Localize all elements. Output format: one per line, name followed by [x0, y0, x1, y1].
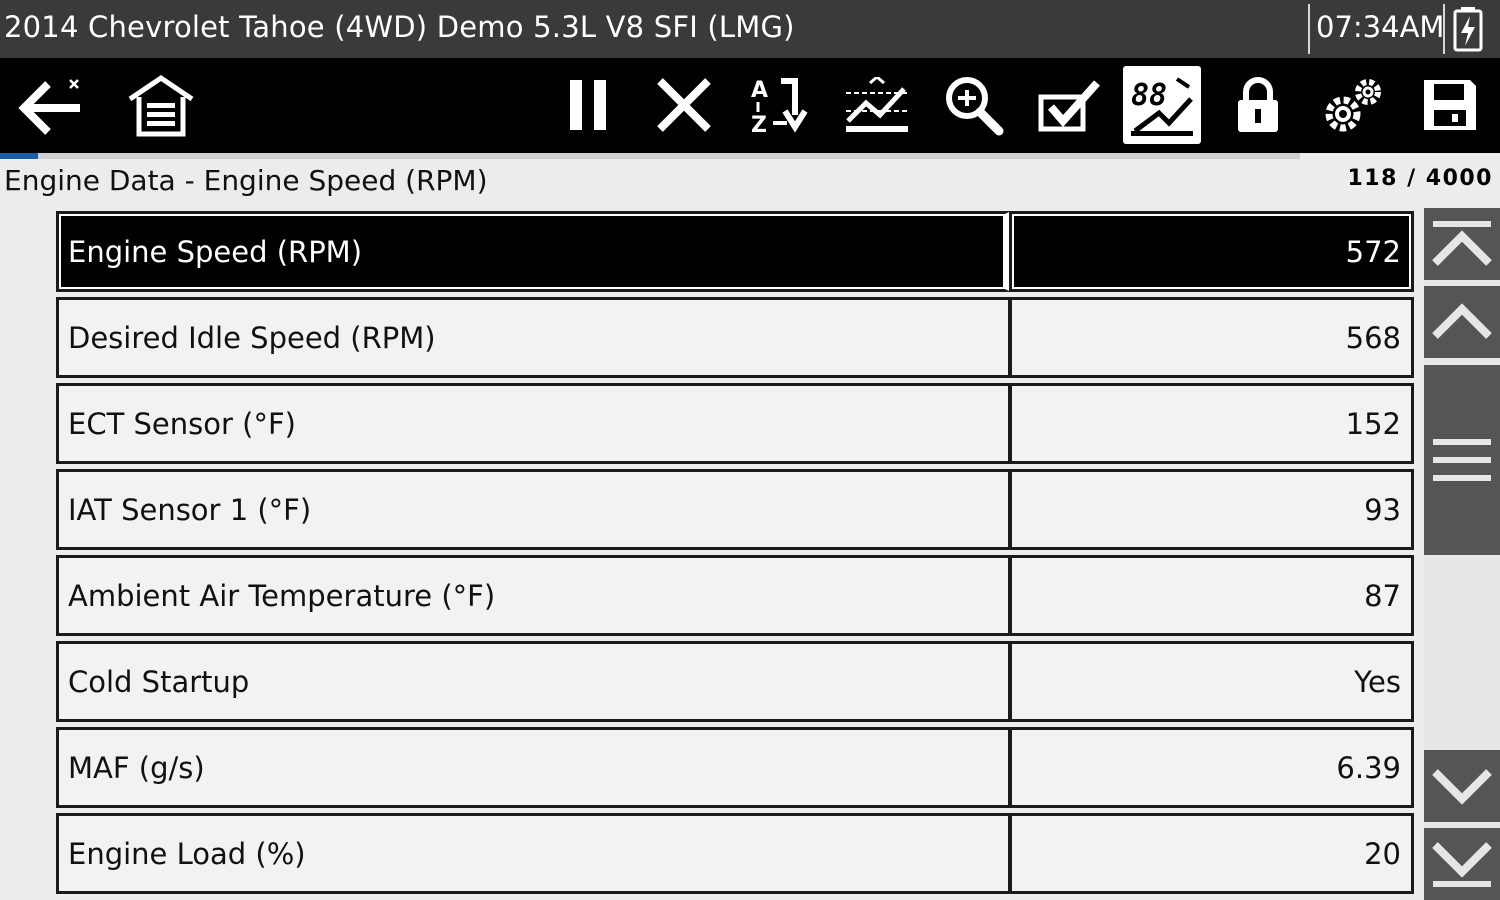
pid-value: Yes [1009, 641, 1414, 722]
table-row[interactable]: Cold Startup Yes [56, 641, 1414, 722]
pid-value: 568 [1009, 297, 1414, 378]
table-row[interactable]: MAF (g/s) 6.39 [56, 727, 1414, 808]
gears-icon [1325, 79, 1381, 132]
battery-charging-icon [1453, 7, 1483, 52]
save-icon [1424, 80, 1476, 130]
vehicle-title: 2014 Chevrolet Tahoe (4WD) Demo 5.3L V8 … [4, 10, 795, 44]
checkmark-icon [1038, 80, 1100, 132]
scroll-top-icon [1432, 221, 1492, 266]
settings-button[interactable] [1315, 66, 1393, 144]
scroll-thumb[interactable] [1424, 365, 1500, 555]
table-row[interactable]: ECT Sensor (°F) 152 [56, 383, 1414, 464]
pid-name: Engine Load (%) [56, 813, 1011, 894]
table-row[interactable]: IAT Sensor 1 (°F) 93 [56, 469, 1414, 550]
lock-icon [1238, 77, 1278, 132]
table-row[interactable]: Engine Load (%) 20 [56, 813, 1414, 894]
select-button[interactable] [1030, 66, 1108, 144]
title-bar: 2014 Chevrolet Tahoe (4WD) Demo 5.3L V8 … [0, 0, 1500, 58]
pause-icon [570, 80, 606, 130]
scroll-up-button[interactable] [1424, 286, 1500, 358]
frame-counter: 118 / 4000 [1347, 166, 1493, 191]
pid-value: 20 [1009, 813, 1414, 894]
pid-name: Cold Startup [56, 641, 1011, 722]
toolbar: A Z 88 [0, 58, 1500, 153]
pid-name: IAT Sensor 1 (°F) [56, 469, 1011, 550]
svg-text:A: A [751, 78, 768, 103]
scroll-up-icon [1432, 303, 1492, 339]
clock: 07:34AM [1316, 10, 1445, 44]
home-button[interactable] [122, 66, 200, 144]
scroll-thumb-grip-icon [1433, 439, 1491, 481]
sort-button[interactable]: A Z [742, 66, 820, 144]
buffer-progress-bar [0, 153, 1300, 159]
table-row[interactable]: Desired Idle Speed (RPM) 568 [56, 297, 1414, 378]
table-row[interactable]: Engine Speed (RPM) 572 [56, 211, 1414, 292]
pause-button[interactable] [549, 66, 627, 144]
scroll-down-icon [1432, 769, 1492, 805]
sort-az-icon: A Z [751, 78, 808, 135]
table-row[interactable]: Ambient Air Temperature (°F) 87 [56, 555, 1414, 636]
close-icon [657, 78, 711, 132]
pid-value: 152 [1009, 383, 1414, 464]
home-garage-icon [128, 74, 194, 137]
buffer-progress-fill [0, 153, 39, 159]
pid-value: 87 [1009, 555, 1414, 636]
scroll-down-button[interactable] [1424, 750, 1500, 822]
title-separator [1308, 4, 1310, 54]
graph-view-icon [846, 77, 908, 132]
page-title: Engine Data - Engine Speed (RPM) [4, 164, 488, 197]
back-arrow-icon [18, 79, 80, 135]
pid-name: Desired Idle Speed (RPM) [56, 297, 1011, 378]
pid-view-button[interactable]: 88 [1123, 66, 1201, 144]
back-button[interactable] [10, 66, 88, 144]
lock-button[interactable] [1219, 66, 1297, 144]
title-separator [1443, 4, 1445, 54]
pid-name: MAF (g/s) [56, 727, 1011, 808]
zoom-icon [946, 77, 1004, 136]
pid-value: 6.39 [1009, 727, 1414, 808]
scroll-top-button[interactable] [1424, 208, 1500, 280]
graph-button[interactable] [838, 66, 916, 144]
pid-name: ECT Sensor (°F) [56, 383, 1011, 464]
save-button[interactable] [1411, 66, 1489, 144]
scroll-bottom-button[interactable] [1424, 828, 1500, 900]
zoom-button[interactable] [934, 66, 1012, 144]
pid-name: Engine Speed (RPM) [56, 211, 1011, 292]
digital-gauge-icon: 88 [1131, 77, 1193, 136]
svg-text:88: 88 [1131, 78, 1167, 113]
pid-value: 93 [1009, 469, 1414, 550]
scroll-bottom-icon [1432, 842, 1492, 887]
pid-name: Ambient Air Temperature (°F) [56, 555, 1011, 636]
close-button[interactable] [645, 66, 723, 144]
pid-value: 572 [1009, 211, 1414, 292]
svg-text:Z: Z [751, 113, 767, 135]
